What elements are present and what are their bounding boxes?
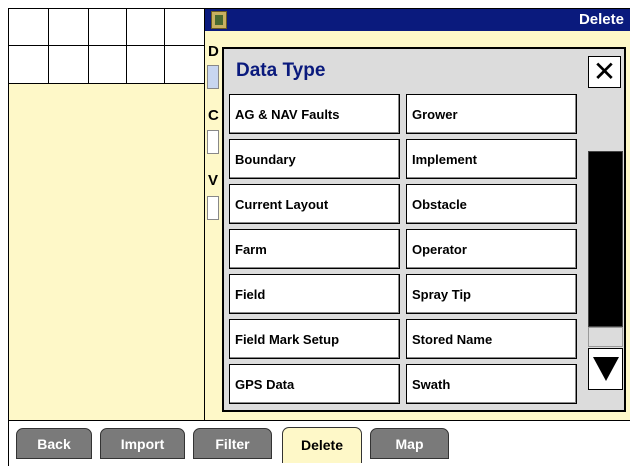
- summary-grid: [9, 9, 205, 84]
- scroll-down-button[interactable]: [588, 348, 623, 390]
- main-window: Delete D C V Data Type ✕ AG & NAV Faults…: [8, 8, 630, 466]
- option-boundary[interactable]: Boundary: [229, 139, 400, 179]
- option-label: Current Layout: [235, 197, 329, 212]
- scroll-thumb[interactable]: [588, 151, 623, 327]
- option-label: Field Mark Setup: [235, 332, 340, 347]
- form-label: C: [208, 107, 219, 124]
- option-gps-data[interactable]: GPS Data: [229, 364, 400, 404]
- option-label: Spray Tip: [412, 287, 472, 302]
- option-label: Farm: [235, 242, 267, 257]
- form-label: D: [208, 43, 219, 60]
- data-type-dialog: Data Type ✕ AG & NAV Faults Boundary Cur…: [222, 47, 626, 412]
- option-farm[interactable]: Farm: [229, 229, 400, 269]
- grid-cell[interactable]: [165, 46, 205, 84]
- grid-cell[interactable]: [127, 46, 165, 84]
- option-field[interactable]: Field: [229, 274, 400, 314]
- grid-cell[interactable]: [9, 46, 49, 84]
- option-ag-nav-faults[interactable]: AG & NAV Faults: [229, 94, 400, 134]
- tab-delete[interactable]: Delete: [282, 427, 362, 463]
- field-flag-icon: [211, 11, 227, 29]
- option-spray-tip[interactable]: Spray Tip: [406, 274, 577, 314]
- option-implement[interactable]: Implement: [406, 139, 577, 179]
- tab-back[interactable]: Back: [16, 428, 92, 459]
- close-icon: ✕: [592, 55, 617, 88]
- form-field[interactable]: [207, 196, 219, 220]
- option-label: Grower: [412, 107, 458, 122]
- form-label: V: [208, 172, 219, 189]
- tab-import[interactable]: Import: [100, 428, 185, 459]
- form-field[interactable]: [207, 65, 219, 89]
- close-button[interactable]: ✕: [588, 56, 621, 88]
- scroll-track[interactable]: [588, 327, 623, 347]
- grid-cell[interactable]: [165, 9, 205, 46]
- grid-cell[interactable]: [89, 46, 127, 84]
- option-operator[interactable]: Operator: [406, 229, 577, 269]
- option-label: GPS Data: [235, 377, 295, 392]
- left-panel: [9, 84, 205, 420]
- tab-map[interactable]: Map: [370, 428, 449, 459]
- tab-bar: Back Import Filter Delete Map: [9, 420, 630, 466]
- grid-cell[interactable]: [89, 9, 127, 46]
- option-stored-name[interactable]: Stored Name: [406, 319, 577, 359]
- option-label: Operator: [412, 242, 467, 257]
- option-label: Stored Name: [412, 332, 493, 347]
- dialog-title: Data Type: [236, 60, 326, 81]
- option-label: AG & NAV Faults: [235, 107, 340, 122]
- down-arrow-icon: [593, 357, 619, 381]
- option-label: Implement: [412, 152, 478, 167]
- option-field-mark-setup[interactable]: Field Mark Setup: [229, 319, 400, 359]
- page-title: Delete: [578, 11, 624, 28]
- option-current-layout[interactable]: Current Layout: [229, 184, 400, 224]
- option-label: Field: [235, 287, 266, 302]
- form-field[interactable]: [207, 130, 219, 154]
- option-obstacle[interactable]: Obstacle: [406, 184, 577, 224]
- scrollbar[interactable]: [588, 94, 623, 404]
- option-label: Swath: [412, 377, 451, 392]
- header-bar: Delete: [205, 9, 630, 31]
- grid-cell[interactable]: [49, 46, 89, 84]
- grid-cell[interactable]: [127, 9, 165, 46]
- tab-filter[interactable]: Filter: [193, 428, 272, 459]
- option-grower[interactable]: Grower: [406, 94, 577, 134]
- option-label: Obstacle: [412, 197, 467, 212]
- scroll-track[interactable]: [588, 94, 623, 151]
- option-swath[interactable]: Swath: [406, 364, 577, 404]
- option-label: Boundary: [235, 152, 296, 167]
- grid-cell[interactable]: [49, 9, 89, 46]
- grid-cell[interactable]: [9, 9, 49, 46]
